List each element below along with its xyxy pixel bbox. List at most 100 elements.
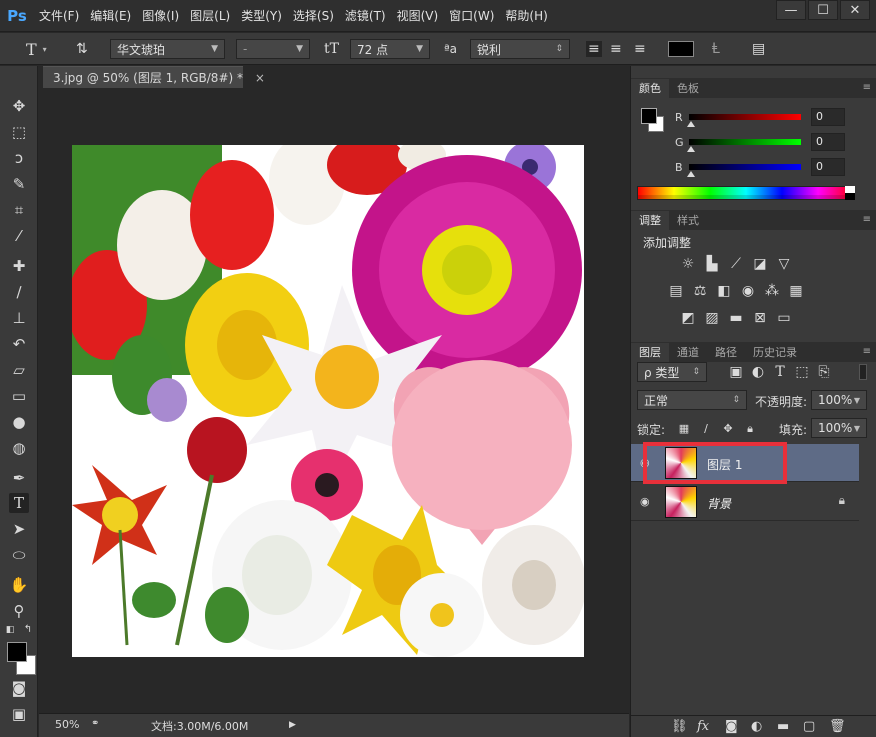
- menu-type[interactable]: 类型(Y): [236, 0, 287, 32]
- visibility-eye-icon[interactable]: ◉: [640, 495, 650, 508]
- green-slider[interactable]: [687, 139, 801, 152]
- status-info-icon[interactable]: ⚭: [91, 718, 99, 729]
- menu-window[interactable]: 窗口(W): [444, 0, 499, 32]
- clone-stamp-tool-icon[interactable]: ⊥: [9, 308, 29, 328]
- eyedropper-tool-icon[interactable]: ⁄: [9, 226, 29, 246]
- brush-tool-icon[interactable]: ∕: [9, 282, 29, 302]
- new-group-icon[interactable]: ▬: [777, 719, 789, 734]
- tab-paths[interactable]: 路径: [707, 343, 745, 362]
- menu-view[interactable]: 视图(V): [392, 0, 444, 32]
- quick-select-tool-icon[interactable]: ✎: [9, 174, 29, 194]
- close-document-icon[interactable]: ×: [255, 71, 265, 85]
- tab-layers[interactable]: 图层: [631, 343, 669, 362]
- tab-history[interactable]: 历史记录: [745, 343, 805, 362]
- tab-channels[interactable]: 通道: [669, 343, 707, 362]
- menu-select[interactable]: 选择(S): [288, 0, 339, 32]
- align-left-icon[interactable]: ≡: [586, 38, 602, 60]
- filter-shape-icon[interactable]: ⬚: [793, 364, 811, 380]
- channel-mixer-icon[interactable]: ⁂: [763, 283, 781, 299]
- color-lookup-icon[interactable]: ▦: [787, 283, 805, 299]
- blue-value-input[interactable]: 0: [811, 158, 845, 176]
- default-colors-icon[interactable]: ◧: [4, 625, 16, 635]
- warp-text-icon[interactable]: Ⱡ: [712, 38, 720, 60]
- spectrum-white-swatch[interactable]: [845, 186, 855, 193]
- filter-pixel-icon[interactable]: ▣: [727, 364, 745, 380]
- red-slider[interactable]: [687, 114, 801, 127]
- align-right-icon[interactable]: ≡: [634, 38, 646, 60]
- maximize-button[interactable]: ☐: [808, 0, 838, 20]
- posterize-icon[interactable]: ▨: [703, 310, 721, 326]
- character-panel-icon[interactable]: ▤: [752, 38, 765, 60]
- document-image[interactable]: [72, 145, 584, 657]
- layer-row[interactable]: ◉ 图层 1: [631, 444, 859, 482]
- layer-name[interactable]: 背景: [707, 495, 731, 512]
- visibility-eye-icon[interactable]: ◉: [640, 456, 650, 469]
- crop-tool-icon[interactable]: ⌗: [9, 200, 29, 220]
- font-family-select[interactable]: 华文琥珀 ▼: [110, 39, 225, 59]
- lock-all-icon[interactable]: 🔒︎: [741, 420, 759, 436]
- lock-pixels-icon[interactable]: ∕: [697, 420, 715, 436]
- type-tool-icon[interactable]: T: [9, 493, 29, 513]
- history-brush-tool-icon[interactable]: ↶: [9, 334, 29, 354]
- panel-menu-icon[interactable]: ≡: [863, 346, 871, 357]
- healing-brush-tool-icon[interactable]: ✚: [9, 256, 29, 276]
- eraser-tool-icon[interactable]: ▱: [9, 360, 29, 380]
- gradient-tool-icon[interactable]: ▭: [9, 386, 29, 406]
- slider-thumb-icon[interactable]: [687, 146, 695, 152]
- align-center-icon[interactable]: ≡: [610, 38, 622, 60]
- threshold-icon[interactable]: ▬: [727, 310, 745, 326]
- minimize-button[interactable]: —: [776, 0, 806, 20]
- vibrance-icon[interactable]: ▽: [775, 256, 793, 272]
- delete-layer-icon[interactable]: 🗑︎: [829, 719, 846, 734]
- menu-layer[interactable]: 图层(L): [185, 0, 235, 32]
- tab-adjustments[interactable]: 调整: [631, 211, 669, 230]
- green-value-input[interactable]: 0: [811, 133, 845, 151]
- tab-color[interactable]: 颜色: [631, 79, 669, 98]
- menu-filter[interactable]: 滤镜(T): [340, 0, 391, 32]
- status-menu-arrow-icon[interactable]: ▶: [289, 720, 296, 730]
- font-size-select[interactable]: 72 点 ▼: [350, 39, 430, 59]
- panel-menu-icon[interactable]: ≡: [863, 214, 871, 225]
- new-layer-icon[interactable]: ▢: [803, 719, 815, 734]
- text-orientation-icon[interactable]: ⇅: [76, 38, 88, 60]
- hue-saturation-icon[interactable]: ▤: [667, 283, 685, 299]
- blur-tool-icon[interactable]: ●: [9, 412, 29, 432]
- menu-edit[interactable]: 编辑(E): [85, 0, 136, 32]
- selective-color-icon[interactable]: ⊠: [751, 310, 769, 326]
- menu-image[interactable]: 图像(I): [137, 0, 184, 32]
- antialias-select[interactable]: 锐利 ⇕: [470, 39, 570, 59]
- filter-toggle-switch[interactable]: [859, 364, 867, 380]
- dodge-tool-icon[interactable]: ◍: [9, 438, 29, 458]
- filter-type-icon[interactable]: T: [771, 364, 789, 380]
- curves-icon[interactable]: ⟋: [727, 256, 745, 272]
- foreground-color-swatch[interactable]: [7, 642, 27, 662]
- gradient-map-icon[interactable]: ▭: [775, 310, 793, 326]
- blue-slider[interactable]: [687, 164, 801, 177]
- lasso-tool-icon[interactable]: ↄ: [9, 148, 29, 168]
- type-tool-icon[interactable]: T ▾: [26, 38, 47, 60]
- invert-icon[interactable]: ◩: [679, 310, 697, 326]
- tab-swatches[interactable]: 色板: [669, 79, 707, 98]
- tab-styles[interactable]: 样式: [669, 211, 707, 230]
- document-tab[interactable]: 3.jpg @ 50% (图层 1, RGB/8#) * ×: [43, 66, 265, 88]
- zoom-tool-icon[interactable]: ⚲: [9, 601, 29, 621]
- red-value-input[interactable]: 0: [811, 108, 845, 126]
- new-adjustment-layer-icon[interactable]: ◐: [751, 719, 762, 734]
- levels-icon[interactable]: ▙: [703, 256, 721, 272]
- brightness-icon[interactable]: ☼: [679, 256, 697, 272]
- layer-name[interactable]: 图层 1: [707, 456, 742, 473]
- menu-help[interactable]: 帮助(H): [500, 0, 552, 32]
- add-mask-icon[interactable]: ◙: [725, 719, 738, 734]
- color-spectrum-bar[interactable]: [637, 186, 855, 200]
- font-style-select[interactable]: - ▼: [236, 39, 310, 59]
- menu-file[interactable]: 文件(F): [34, 0, 84, 32]
- filter-adjustment-icon[interactable]: ◐: [749, 364, 767, 380]
- blend-mode-select[interactable]: 正常 ⇕: [637, 390, 747, 410]
- hand-tool-icon[interactable]: ✋: [9, 575, 29, 595]
- opacity-input[interactable]: 100% ▼: [811, 390, 867, 410]
- color-balance-icon[interactable]: ⚖: [691, 283, 709, 299]
- slider-thumb-icon[interactable]: [687, 171, 695, 177]
- layer-row[interactable]: ◉ 背景 🔒︎: [631, 483, 859, 521]
- slider-thumb-icon[interactable]: [687, 121, 695, 127]
- screen-mode-icon[interactable]: ▣: [9, 704, 29, 724]
